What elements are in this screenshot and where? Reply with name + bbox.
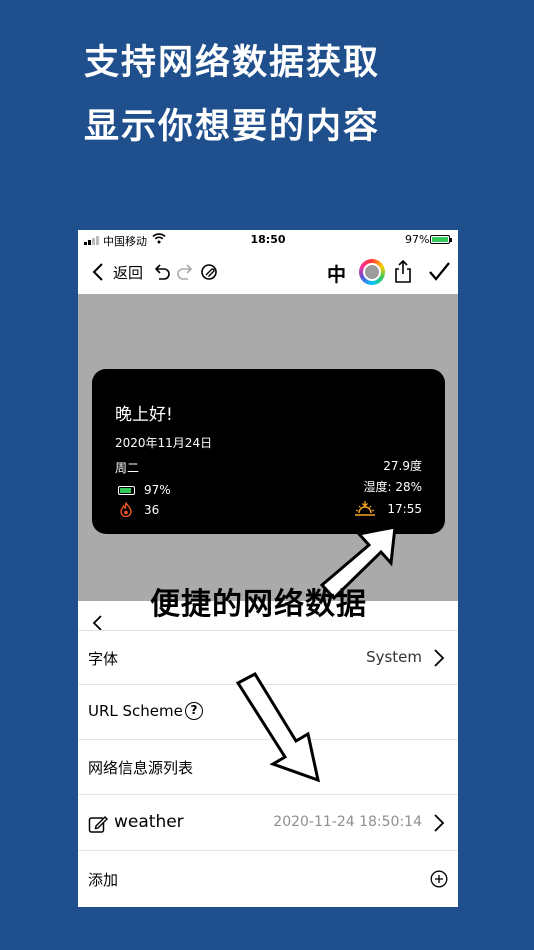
done-checkmark-icon[interactable] xyxy=(427,260,451,284)
chevron-right-icon xyxy=(434,814,445,832)
redo-icon[interactable] xyxy=(174,261,196,283)
promo-headline-1: 支持网络数据获取 xyxy=(84,43,381,83)
battery-icon xyxy=(118,486,135,495)
annotation-arrow-icon xyxy=(235,672,321,783)
setting-label: 字体 xyxy=(88,650,119,668)
phone-screen: 中国移动 18:50 97% 返回 中 晚上好! 2020年11月24日 周二 … xyxy=(78,230,458,907)
section-label: 网络信息源列表 xyxy=(88,759,194,777)
status-time: 18:50 xyxy=(250,233,286,246)
widget-steps: 36 xyxy=(144,503,160,517)
widget-weekday: 周二 xyxy=(115,461,140,475)
editor-toolbar: 返回 中 xyxy=(78,250,458,294)
add-label: 添加 xyxy=(88,871,119,889)
help-icon[interactable]: ? xyxy=(185,702,203,720)
undo-icon[interactable] xyxy=(151,261,173,283)
promo-headline-2: 显示你想要的内容 xyxy=(84,107,381,147)
status-bar: 中国移动 18:50 97% xyxy=(78,230,458,250)
color-picker-button[interactable] xyxy=(359,259,385,285)
edit-icon xyxy=(88,816,108,833)
battery-icon xyxy=(430,235,452,244)
flame-icon xyxy=(120,502,132,517)
widget-card[interactable]: 晚上好! 2020年11月24日 周二 97% 36 27.9度 湿度: 28%… xyxy=(92,369,445,534)
back-chevron-icon[interactable] xyxy=(88,261,110,283)
attachment-icon[interactable] xyxy=(198,261,220,283)
battery-percent: 97% xyxy=(405,233,430,246)
setting-label: URL Scheme xyxy=(88,702,183,720)
widget-sunset-time: 17:55 xyxy=(387,502,422,516)
source-name: weather xyxy=(114,812,184,832)
back-button[interactable]: 返回 xyxy=(113,262,143,283)
annotation-caption: 便捷的网络数据 xyxy=(150,587,367,622)
source-updated-time: 2020-11-24 18:50:14 xyxy=(273,814,422,830)
share-icon[interactable] xyxy=(392,259,414,285)
add-source-row[interactable]: 添加 xyxy=(78,852,458,907)
sunset-icon xyxy=(355,501,375,516)
widget-date: 2020年11月24日 xyxy=(115,436,213,450)
list-item-weather-source[interactable]: weather 2020-11-24 18:50:14 xyxy=(78,796,458,851)
add-circle-icon[interactable] xyxy=(430,870,448,888)
widget-battery: 97% xyxy=(144,483,171,497)
chevron-right-icon xyxy=(434,649,445,667)
widget-greeting: 晚上好! xyxy=(115,405,173,425)
setting-value: System xyxy=(366,648,422,666)
widget-temperature: 27.9度 xyxy=(383,459,422,473)
widget-humidity: 湿度: 28% xyxy=(363,480,422,494)
language-button[interactable]: 中 xyxy=(327,260,346,287)
